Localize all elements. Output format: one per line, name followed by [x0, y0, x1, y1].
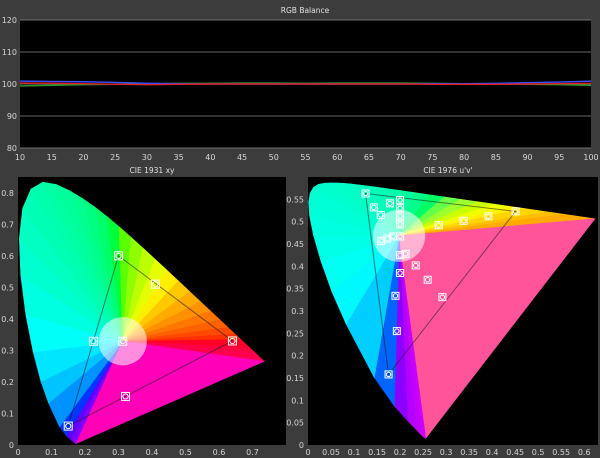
xy-y-tick-label: 0.1 — [1, 409, 14, 418]
rgb-balance-x-tick-label: 10 — [15, 153, 25, 162]
xy-x-tick-label: 0.1 — [45, 448, 58, 457]
xy-x-tick-label: 0.5 — [179, 448, 192, 457]
xy-y-tick-label: 0.4 — [1, 315, 14, 324]
xy-y-tick-label: 0 — [9, 441, 14, 450]
xy-x-tick-label: 0 — [15, 448, 20, 457]
uv-x-tick-label: 0 — [305, 448, 310, 457]
rgb-balance-x-tick-label: 30 — [142, 153, 152, 162]
rgb-balance-x-tick-label: 55 — [300, 153, 310, 162]
rgb-balance-y-ticks: 80 90 100 110 120 — [2, 16, 17, 153]
cie1931-y-ticks: 0 0.1 0.2 0.3 0.4 0.5 0.6 0.7 0.8 — [1, 189, 14, 450]
rgb-balance-x-tick-label: 75 — [427, 153, 437, 162]
uv-x-tick-label: 0.25 — [414, 448, 432, 457]
rgb-balance-x-tick-label: 35 — [174, 153, 184, 162]
xy-x-tick-label: 0.6 — [213, 448, 226, 457]
rgb-balance-x-tick-label: 95 — [554, 153, 564, 162]
cie1931-title: CIE 1931 xy — [130, 166, 175, 175]
xy-y-tick-label: 0.3 — [1, 346, 14, 355]
cie1976-chart: CIE 1976 u'v' 0 0.05 0.1 0.15 0.2 0.25 0.3 0.35… — [286, 166, 598, 457]
xy-y-tick-label: 0.2 — [1, 378, 14, 387]
rgb-balance-y-tick-label: 120 — [2, 16, 17, 25]
cie1931-x-ticks: 0 0.1 0.2 0.3 0.4 0.5 0.6 0.7 — [15, 448, 258, 457]
cie1976-y-ticks: 0 0.05 0.1 0.15 0.2 0.25 0.3 0.35 0.4 0.45 0.5 0.55 — [286, 195, 304, 450]
uv-x-tick-label: 0.6 — [578, 448, 591, 457]
xy-x-tick-label: 0.7 — [246, 448, 259, 457]
rgb-balance-x-ticks: 10 15 20 25 30 35 40 45 50 55 60 65 70 75 80 85 90 95 100 — [15, 153, 599, 162]
rgb-balance-x-tick-label: 100 — [583, 153, 598, 162]
uv-y-tick-label: 0.1 — [291, 396, 304, 405]
rgb-balance-x-tick-label: 85 — [491, 153, 501, 162]
xy-x-tick-label: 0.3 — [112, 448, 125, 457]
uv-y-tick-label: 0.25 — [286, 329, 304, 338]
uv-x-tick-label: 0.55 — [552, 448, 570, 457]
rgb-balance-y-tick-label: 90 — [7, 112, 17, 121]
rgb-balance-x-tick-label: 15 — [47, 153, 57, 162]
uv-y-tick-label: 0.05 — [286, 419, 304, 428]
rgb-balance-x-tick-label: 70 — [396, 153, 406, 162]
rgb-balance-x-tick-label: 90 — [522, 153, 532, 162]
uv-y-tick-label: 0 — [299, 441, 304, 450]
rgb-balance-title: RGB Balance — [281, 6, 330, 15]
rgb-balance-y-tick-label: 80 — [7, 144, 17, 153]
xy-y-tick-label: 0.7 — [1, 220, 14, 229]
uv-x-tick-label: 0.3 — [440, 448, 453, 457]
uv-x-tick-label: 0.4 — [486, 448, 499, 457]
uv-x-tick-label: 0.1 — [348, 448, 361, 457]
uv-y-tick-label: 0.5 — [291, 218, 304, 227]
cie1931-chart: CIE 1931 xy 00.10.20.30.40.50.60.70.8 00… — [1, 166, 286, 457]
rgb-balance-x-tick-label: 60 — [332, 153, 342, 162]
uv-y-tick-label: 0.35 — [286, 285, 304, 294]
uv-x-tick-label: 0.15 — [368, 448, 386, 457]
xy-x-tick-label: 0.2 — [79, 448, 92, 457]
uv-y-tick-label: 0.2 — [291, 352, 304, 361]
chart-canvas: RGB Balance 80 90 100 110 120 10 15 20 25 30 35 40… — [1, 6, 599, 457]
rgb-balance-y-tick-label: 110 — [2, 48, 17, 57]
uv-y-tick-label: 0.4 — [291, 262, 304, 271]
cie1976-title: CIE 1976 u'v' — [423, 166, 472, 175]
uv-x-tick-label: 0.35 — [460, 448, 478, 457]
xy-x-tick-label: 0.4 — [146, 448, 159, 457]
xy-y-tick-label: 0.5 — [1, 283, 14, 292]
uv-y-tick-label: 0.55 — [286, 195, 304, 204]
rgb-balance-x-tick-label: 25 — [110, 153, 120, 162]
uv-y-tick-label: 0.15 — [286, 374, 304, 383]
uv-x-tick-label: 0.5 — [532, 448, 545, 457]
rgb-balance-x-tick-label: 50 — [269, 153, 279, 162]
cie1976-x-ticks: 0 0.05 0.1 0.15 0.2 0.25 0.3 0.35 0.4 0.45 0.5 0.55… — [305, 448, 590, 457]
xy-y-tick-label: 0.6 — [1, 252, 14, 261]
rgb-balance-x-tick-label: 20 — [78, 153, 88, 162]
uv-x-tick-label: 0.2 — [394, 448, 407, 457]
uv-x-tick-label: 0.45 — [506, 448, 524, 457]
rgb-balance-y-tick-label: 100 — [2, 80, 17, 89]
uv-x-tick-label: 0.05 — [322, 448, 340, 457]
xy-white-glow — [98, 317, 147, 366]
uv-y-tick-label: 0.45 — [286, 240, 304, 249]
rgb-balance-x-tick-label: 40 — [205, 153, 215, 162]
rgb-balance-x-tick-label: 80 — [459, 153, 469, 162]
uv-y-tick-label: 0.3 — [291, 307, 304, 316]
xy-y-tick-label: 0.8 — [1, 189, 14, 198]
rgb-balance-x-tick-label: 45 — [237, 153, 247, 162]
rgb-balance-chart: RGB Balance 80 90 100 110 120 10 15 20 25 30 35 40… — [2, 6, 599, 162]
rgb-balance-x-tick-label: 65 — [364, 153, 374, 162]
